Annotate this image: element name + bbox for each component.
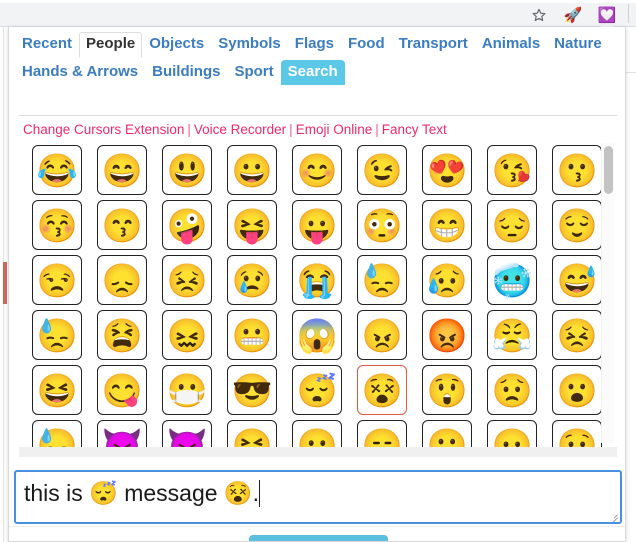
emoji-grid-scrollbar[interactable] xyxy=(601,143,614,443)
emoji-cell[interactable]: 😭 xyxy=(292,255,342,305)
emoji-cell[interactable]: 😘 xyxy=(487,145,537,195)
star-icon[interactable] xyxy=(526,2,552,28)
emoji-cell[interactable]: 😑 xyxy=(357,420,407,447)
emoji-cell[interactable]: 😈 xyxy=(97,420,147,447)
tab-people[interactable]: People xyxy=(79,32,143,58)
emoji-cell[interactable]: 😤 xyxy=(487,310,537,360)
emoji-cell[interactable]: 😆 xyxy=(32,365,82,415)
tab-recent[interactable]: Recent xyxy=(15,32,79,57)
tab-symbols[interactable]: Symbols xyxy=(211,32,288,57)
browser-toolbar: 🚀 💟 xyxy=(0,0,636,28)
tab-flags[interactable]: Flags xyxy=(288,32,341,57)
text-caret xyxy=(258,480,260,507)
emoji-cell[interactable]: 😢 xyxy=(227,255,277,305)
message-input[interactable]: this is 😴 message 😵. xyxy=(14,470,622,524)
emoji-cell[interactable]: 😞 xyxy=(97,255,147,305)
bottom-divider xyxy=(9,526,625,527)
promo-separator: | xyxy=(289,122,293,137)
emoji-cell[interactable]: 😣 xyxy=(162,255,212,305)
emoji-cell[interactable]: 👿 xyxy=(162,420,212,447)
tab-buildings[interactable]: Buildings xyxy=(145,60,227,85)
message-input-value: this is 😴 message 😵. xyxy=(24,480,259,506)
tab-food[interactable]: Food xyxy=(341,32,392,57)
rocket-glyph: 🚀 xyxy=(563,6,583,24)
textarea-resize-handle[interactable] xyxy=(608,510,618,522)
emoji-cell[interactable]: 😐 xyxy=(292,420,342,447)
emoji-cell[interactable]: 🥶 xyxy=(487,255,537,305)
emoji-cell[interactable]: 😀 xyxy=(227,145,277,195)
emoji-extension-icon[interactable]: 💟 xyxy=(594,2,620,28)
promo-link-voice-recorder[interactable]: Voice Recorder xyxy=(194,122,286,137)
emoji-cell[interactable]: 😦 xyxy=(487,420,537,447)
emoji-cell[interactable]: 😴 xyxy=(292,365,342,415)
category-tab-bar: Recent People Objects Symbols Flags Food Trans… xyxy=(9,27,625,85)
emoji-cell[interactable]: 😲 xyxy=(422,365,472,415)
emoji-cell[interactable]: 😫 xyxy=(97,310,147,360)
emoji-cell[interactable]: 😅 xyxy=(552,255,602,305)
emoji-cell[interactable]: 😬 xyxy=(227,310,277,360)
promo-link-emoji-online[interactable]: Emoji Online xyxy=(296,122,373,137)
emoji-cell[interactable]: 😷 xyxy=(162,365,212,415)
emoji-cell[interactable]: 😓 xyxy=(357,255,407,305)
promo-link-fancy-text[interactable]: Fancy Text xyxy=(382,122,447,137)
promo-separator: | xyxy=(187,122,191,137)
emoji-cell[interactable]: 😓 xyxy=(32,420,82,447)
emoji-cell[interactable]: 🤪 xyxy=(162,200,212,250)
emoji-cell[interactable]: 😔 xyxy=(487,200,537,250)
emoji-cell[interactable]: 😣 xyxy=(552,310,602,360)
tab-nature[interactable]: Nature xyxy=(547,32,609,57)
emoji-cell[interactable]: 😥 xyxy=(422,255,472,305)
tab-search[interactable]: Search xyxy=(280,60,345,85)
emoji-picker-popup: Recent People Objects Symbols Flags Food Trans… xyxy=(8,27,626,542)
emoji-cell[interactable]: 😳 xyxy=(357,200,407,250)
emoji-cell[interactable]: 😊 xyxy=(292,145,342,195)
emoji-grid: 😂 😄 😃 😀 😊 😉 😍 😘 😗 😚 😙 🤪 😝 😛 😳 😁 😔 😌 😒 😞 😣 😢 😭 😓 😥 🥶 😅 😓 😫 😖 😬 😱 😠 😡 😤 😣 😆 😋 😷 😎… xyxy=(19,142,617,447)
tab-sport[interactable]: Sport xyxy=(227,60,280,85)
emoji-cell[interactable]: 😎 xyxy=(227,365,277,415)
emoji-cell[interactable]: 😱 xyxy=(292,310,342,360)
emoji-cell[interactable]: 😆 xyxy=(227,420,277,447)
emoji-cell[interactable]: 😕 xyxy=(422,420,472,447)
tab-underline xyxy=(19,115,617,116)
emoji-cell[interactable]: 😟 xyxy=(487,365,537,415)
copy-message-button[interactable]: 📋 Copy message xyxy=(249,535,388,541)
emoji-cell[interactable]: 😁 xyxy=(422,200,472,250)
page-red-marker xyxy=(3,262,7,304)
toolbar-divider xyxy=(628,4,629,23)
tab-animals[interactable]: Animals xyxy=(475,32,547,57)
emoji-cell[interactable]: 😃 xyxy=(162,145,212,195)
emoji-cell[interactable]: 😂 xyxy=(32,145,82,195)
emoji-cell[interactable]: 😚 xyxy=(32,200,82,250)
emoji-scroll-area[interactable]: 😂 😄 😃 😀 😊 😉 😍 😘 😗 😚 😙 🤪 😝 😛 😳 😁 😔 😌 😒 😞 😣 😢 😭 😓 😥 🥶 😅 😓 😫 😖 😬 😱 😠 😡 😤 😣 😆 😋 😷 😎… xyxy=(19,142,617,447)
emoji-cell[interactable]: 😝 xyxy=(227,200,277,250)
promo-link-change-cursors-extension[interactable]: Change Cursors Extension xyxy=(23,122,184,137)
emoji-cell[interactable]: 😧 xyxy=(552,420,602,447)
tab-transport[interactable]: Transport xyxy=(392,32,475,57)
tab-row-secondary: Hands & Arrows Buildings Sport Search xyxy=(15,60,621,85)
emoji-cell[interactable]: 😄 xyxy=(97,145,147,195)
rocket-extension-icon[interactable]: 🚀 xyxy=(560,2,586,28)
emoji-cell[interactable]: 😖 xyxy=(162,310,212,360)
emoji-grid-scrollbar-thumb[interactable] xyxy=(604,146,613,194)
promo-links: Change Cursors Extension | Voice Recorder |… xyxy=(23,122,447,137)
emoji-cell[interactable]: 😍 xyxy=(422,145,472,195)
emoji-cell[interactable]: 😗 xyxy=(552,145,602,195)
promo-separator: | xyxy=(375,122,379,137)
emoji-cell[interactable]: 😡 xyxy=(422,310,472,360)
tab-row-primary: Recent People Objects Symbols Flags Food Trans… xyxy=(15,32,621,58)
emoji-cell[interactable]: 😵 xyxy=(357,365,407,415)
emoji-cell[interactable]: 😙 xyxy=(97,200,147,250)
emoji-cell[interactable]: 😌 xyxy=(552,200,602,250)
emoji-cell[interactable]: 😠 xyxy=(357,310,407,360)
emoji-cell[interactable]: 😛 xyxy=(292,200,342,250)
emoji-cell[interactable]: 😓 xyxy=(32,310,82,360)
emoji-cell[interactable]: 😮 xyxy=(552,365,602,415)
emoji-cell[interactable]: 😋 xyxy=(97,365,147,415)
rainbow-heart-glyph: 💟 xyxy=(597,6,617,24)
tab-objects[interactable]: Objects xyxy=(142,32,211,57)
tab-hands-arrows[interactable]: Hands & Arrows xyxy=(15,60,145,85)
emoji-cell[interactable]: 😉 xyxy=(357,145,407,195)
grid-bottom-edge xyxy=(19,447,617,457)
emoji-cell[interactable]: 😒 xyxy=(32,255,82,305)
